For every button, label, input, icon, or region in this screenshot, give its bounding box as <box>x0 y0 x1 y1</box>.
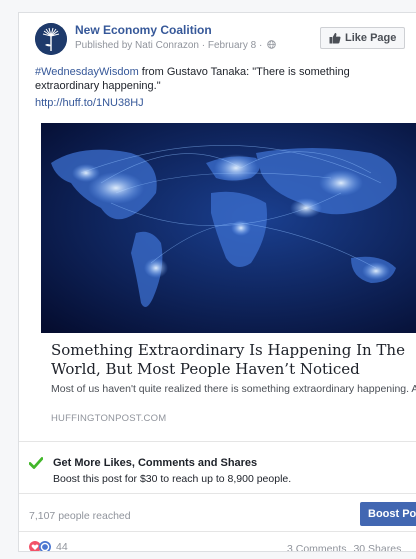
link-preview-description: Most of us haven't quite realized there … <box>51 383 416 395</box>
divider <box>19 493 416 494</box>
post-header: New Economy Coalition Published by Nati … <box>19 13 416 61</box>
post-meta: Published by Nati Conrazon · February 8 … <box>75 40 276 51</box>
link-preview-title[interactable]: Something Extraordinary Is Happening In … <box>51 341 416 379</box>
published-by[interactable]: Published by Nati Conrazon <box>75 40 199 51</box>
engagement-counts: 3 Comments 30 Shares <box>287 543 401 551</box>
people-reached[interactable]: 7,107 people reached <box>29 510 131 522</box>
like-page-label: Like Page <box>345 32 397 44</box>
like-page-button[interactable]: Like Page <box>320 27 406 49</box>
post-text: #WednesdayWisdom from Gustavo Tanaka: "T… <box>35 65 415 93</box>
page-name[interactable]: New Economy Coalition <box>75 23 212 37</box>
wow-reaction-icon <box>39 541 51 551</box>
reactions-summary[interactable]: 44 <box>29 541 68 552</box>
shares-count[interactable]: 30 Shares <box>353 543 401 551</box>
post-url-link[interactable]: http://huff.to/1NU38HJ <box>35 97 144 109</box>
post-date[interactable]: February 8 <box>208 40 256 51</box>
post-card: New Economy Coalition Published by Nati … <box>18 12 416 552</box>
check-icon <box>29 457 43 469</box>
boost-post-button[interactable]: Boost Post <box>360 502 416 526</box>
boost-subtitle: Boost this post for $30 to reach up to 8… <box>53 473 292 485</box>
world-map-night-lights-image <box>41 123 416 333</box>
hashtag-link[interactable]: #WednesdayWisdom <box>35 66 139 78</box>
globe-icon[interactable] <box>267 40 276 49</box>
dandelion-logo-icon <box>35 23 67 55</box>
thumbs-up-icon <box>329 32 341 44</box>
divider <box>19 441 416 442</box>
comments-count[interactable]: 3 Comments <box>287 543 347 551</box>
link-preview-image[interactable] <box>41 123 416 333</box>
divider <box>19 531 416 532</box>
boost-title: Get More Likes, Comments and Shares <box>53 457 258 469</box>
link-preview-domain: HUFFINGTONPOST.COM <box>51 413 167 424</box>
page-avatar[interactable] <box>35 23 67 55</box>
meta-separator: · <box>259 40 266 51</box>
reaction-count: 44 <box>56 541 68 552</box>
